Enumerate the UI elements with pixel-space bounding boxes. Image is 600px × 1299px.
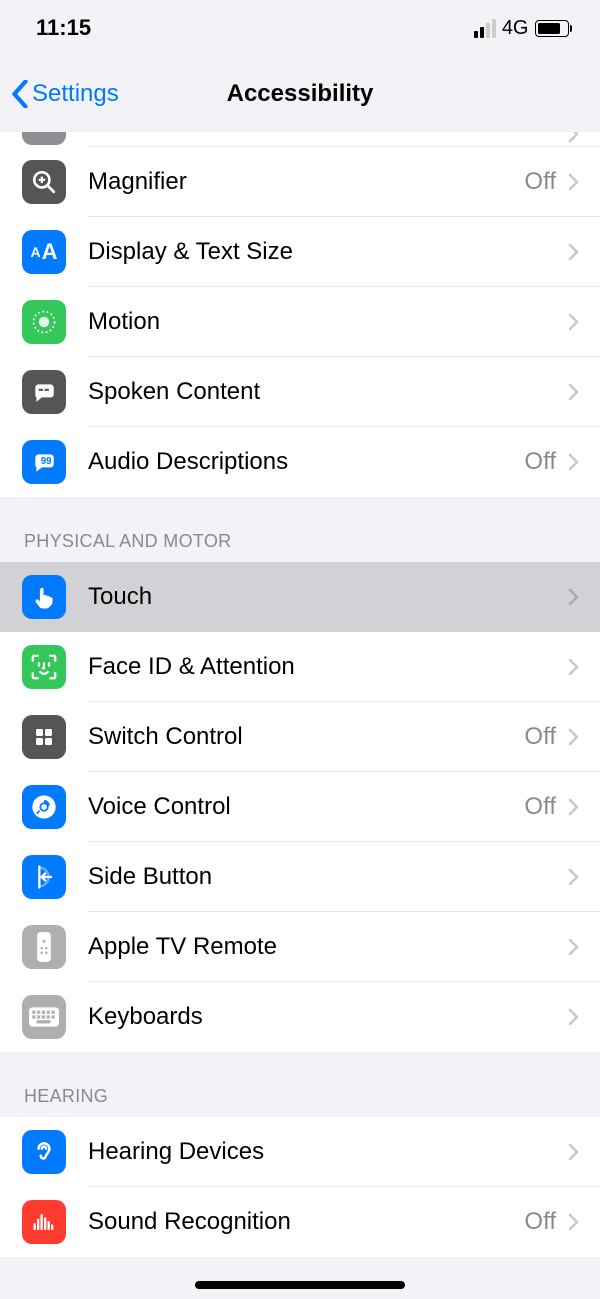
list-item-display-text-size[interactable]: AA Display & Text Size [0, 217, 600, 287]
svg-text:99: 99 [41, 456, 52, 467]
sound-recognition-icon [22, 1200, 66, 1244]
row-label: Keyboards [88, 1003, 556, 1031]
row-label: Face ID & Attention [88, 653, 556, 681]
row-label: Hearing Devices [88, 1138, 556, 1166]
row-label: Magnifier [88, 168, 524, 196]
list-item-audio-descriptions[interactable]: 99 Audio Descriptions Off [0, 427, 600, 497]
row-value: Off [524, 793, 556, 821]
face-id-icon [22, 645, 66, 689]
physical-group: Touch Face ID & Attention [0, 562, 600, 1052]
chevron-left-icon [10, 80, 30, 108]
battery-icon [535, 20, 573, 37]
vision-icon [22, 132, 66, 145]
hearing-header: HEARING [0, 1052, 600, 1117]
list-item-face-id[interactable]: Face ID & Attention [0, 632, 600, 702]
hearing-devices-icon [22, 1130, 66, 1174]
network-label: 4G [502, 17, 529, 40]
chevron-right-icon [568, 383, 580, 401]
chevron-right-icon [568, 313, 580, 331]
chevron-right-icon [568, 938, 580, 956]
chevron-right-icon [568, 798, 580, 816]
list-item-spoken-content[interactable]: Spoken Content [0, 357, 600, 427]
status-right: 4G [474, 17, 572, 40]
audio-descriptions-icon: 99 [22, 440, 66, 484]
row-label: Motion [88, 308, 556, 336]
chevron-right-icon [568, 658, 580, 676]
chevron-right-icon [568, 588, 580, 606]
chevron-right-icon [568, 1143, 580, 1161]
touch-icon [22, 575, 66, 619]
chevron-right-icon [568, 868, 580, 886]
row-label: Spoken Content [88, 378, 556, 406]
row-label: Audio Descriptions [88, 448, 524, 476]
chevron-right-icon [568, 453, 580, 471]
remote-icon [22, 925, 66, 969]
list-item-apple-tv-remote[interactable]: Apple TV Remote [0, 912, 600, 982]
chevron-right-icon [568, 173, 580, 191]
list-item-touch[interactable]: Touch [0, 562, 600, 632]
voice-control-icon [22, 785, 66, 829]
chevron-right-icon [568, 1213, 580, 1231]
signal-bars-icon [474, 19, 496, 38]
text-size-icon: AA [22, 230, 66, 274]
back-button[interactable]: Settings [10, 80, 119, 108]
row-value: Off [524, 1208, 556, 1236]
list-item-side-button[interactable]: Side Button [0, 842, 600, 912]
vision-group: Magnifier Off AA Display & Text Size Mot… [0, 132, 600, 497]
keyboards-icon [22, 995, 66, 1039]
row-value: Off [524, 723, 556, 751]
switch-control-icon [22, 715, 66, 759]
row-label: Apple TV Remote [88, 933, 556, 961]
hearing-group: Hearing Devices Sound Recognition Off [0, 1117, 600, 1257]
side-button-icon [22, 855, 66, 899]
row-label: Voice Control [88, 793, 524, 821]
back-label: Settings [32, 80, 119, 108]
row-value: Off [524, 448, 556, 476]
row-label: Touch [88, 583, 556, 611]
physical-header: PHYSICAL AND MOTOR [0, 497, 600, 562]
chevron-right-icon [568, 1008, 580, 1026]
chevron-right-icon [568, 132, 580, 143]
row-value: Off [524, 168, 556, 196]
list-item-hearing-devices[interactable]: Hearing Devices [0, 1117, 600, 1187]
row-label: Sound Recognition [88, 1208, 524, 1236]
row-label: Switch Control [88, 723, 524, 751]
status-time: 11:15 [36, 15, 91, 41]
nav-bar: Settings Accessibility [0, 56, 600, 132]
list-item-sound-recognition[interactable]: Sound Recognition Off [0, 1187, 600, 1257]
spoken-content-icon [22, 370, 66, 414]
list-item-switch-control[interactable]: Switch Control Off [0, 702, 600, 772]
motion-icon [22, 300, 66, 344]
list-item[interactable] [0, 132, 600, 147]
list-item-motion[interactable]: Motion [0, 287, 600, 357]
list-item-voice-control[interactable]: Voice Control Off [0, 772, 600, 842]
settings-list[interactable]: Magnifier Off AA Display & Text Size Mot… [0, 132, 600, 1299]
home-indicator[interactable] [195, 1281, 405, 1289]
status-bar: 11:15 4G [0, 0, 600, 56]
magnifier-icon [22, 160, 66, 204]
list-item-keyboards[interactable]: Keyboards [0, 982, 600, 1052]
row-label: Display & Text Size [88, 238, 556, 266]
list-item-magnifier[interactable]: Magnifier Off [0, 147, 600, 217]
chevron-right-icon [568, 728, 580, 746]
row-label: Side Button [88, 863, 556, 891]
chevron-right-icon [568, 243, 580, 261]
